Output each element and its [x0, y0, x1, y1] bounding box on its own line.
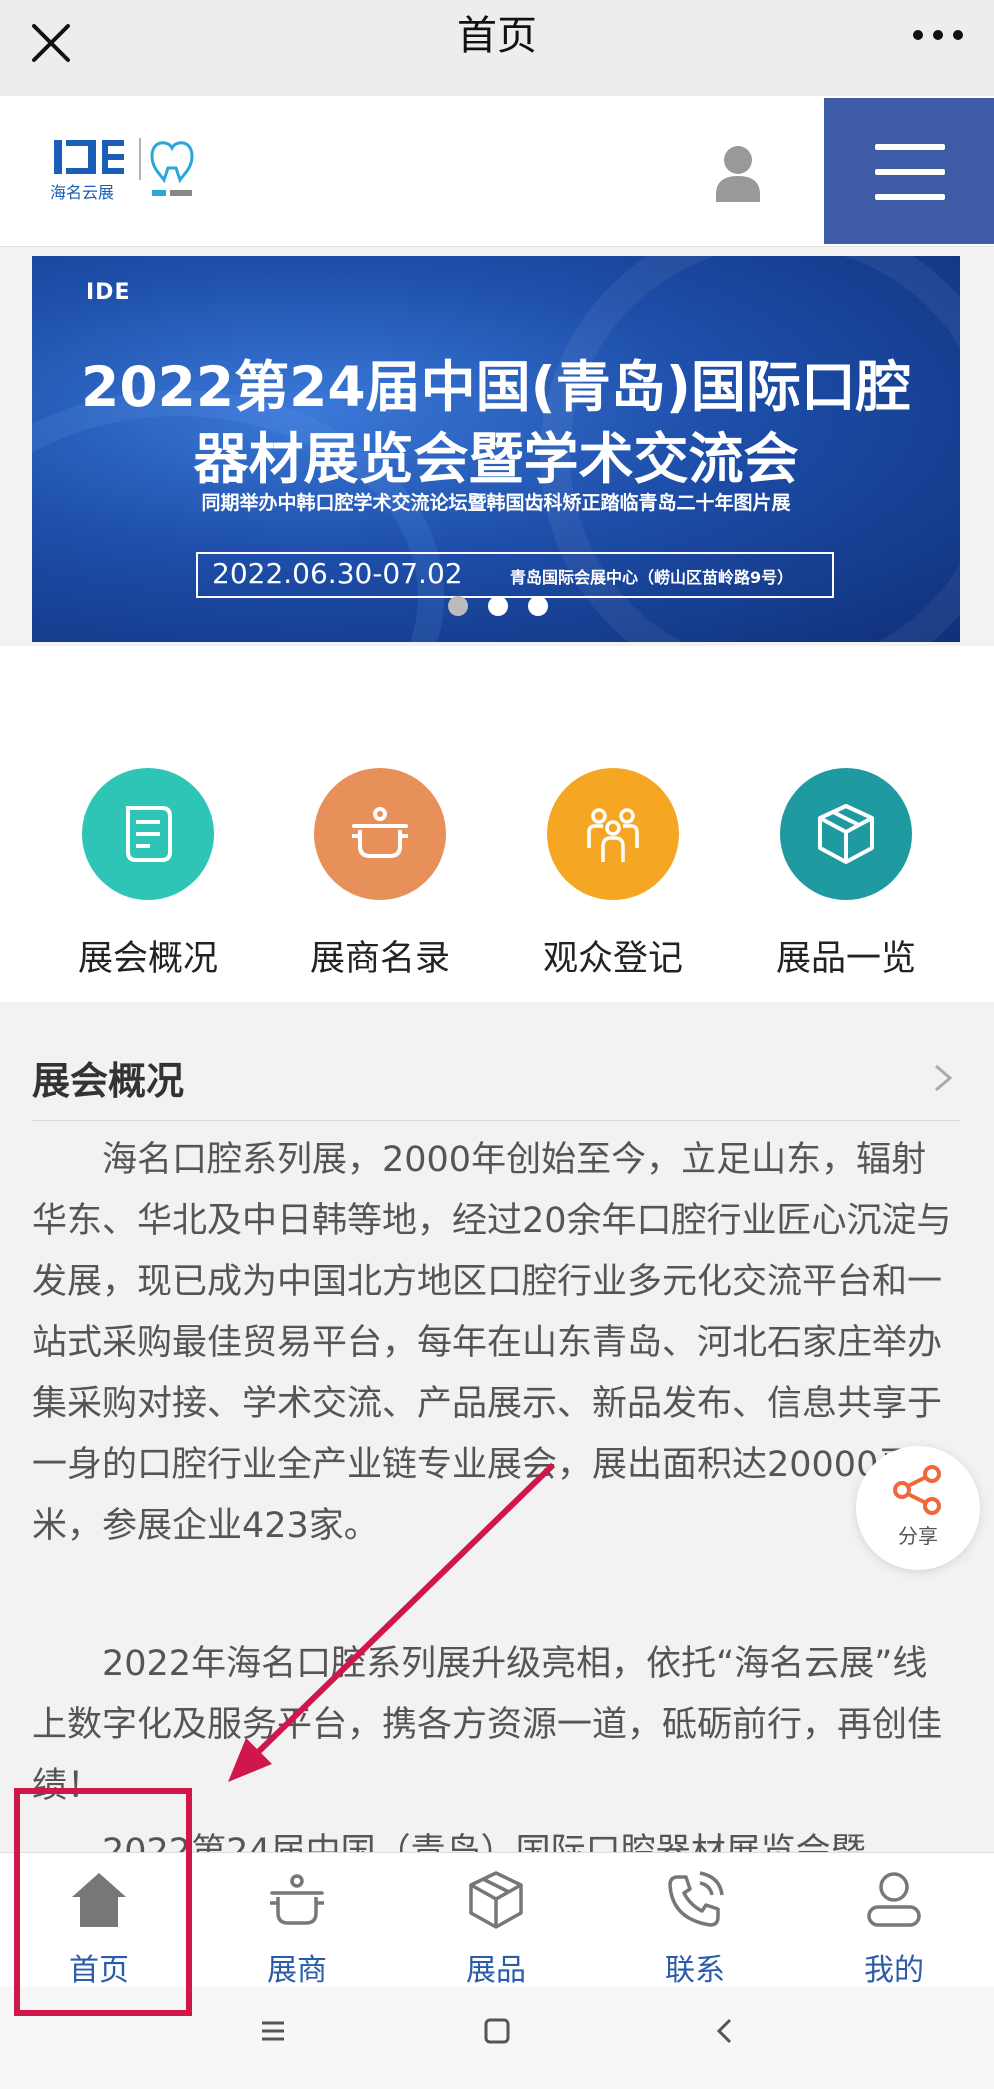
banner-subtitle: 同期举办中韩口腔学术交流论坛暨韩国齿科矫正踏临青岛二十年图片展 [201, 492, 791, 514]
share-button[interactable]: 分享 [856, 1446, 980, 1570]
back-icon[interactable] [710, 2016, 740, 2046]
quick-nav-label: 展商名录 [309, 939, 450, 979]
banner-carousel[interactable]: IDE 2022第24届中国(青岛)国际口腔 器材展览会暨学术交流会 同期举办中… [32, 256, 960, 642]
banner-info-box: 2022.06.30-07.02 青岛国际会展中心（崂山区苗岭路9号） [196, 552, 834, 598]
quick-nav-item-registration[interactable]: 观众登记 [497, 706, 729, 979]
quick-nav-label: 展会概况 [77, 939, 218, 979]
quick-nav-circle [780, 768, 912, 900]
tab-products[interactable]: 展品 [397, 1853, 595, 1988]
box-icon [818, 804, 874, 864]
banner-title-line1: 2022第24届中国(青岛)国际口腔 [81, 355, 911, 419]
banner-title-line2: 器材展览会暨学术交流会 [193, 427, 799, 491]
user-icon [867, 1872, 921, 1927]
quick-nav-item-products[interactable]: 展品一览 [730, 706, 962, 979]
tab-exhibitors[interactable]: 展商 [198, 1853, 396, 1988]
quick-nav-item-overview[interactable]: 展会概况 [32, 706, 264, 979]
quick-nav-label: 展品一览 [775, 939, 916, 979]
overview-section: 展会概况 海名口腔系列展，2000年创始至今，立足山东，辐射华东、华北及中日韩等… [0, 1002, 994, 1872]
quick-nav-circle [547, 768, 679, 900]
quick-nav-label: 观众登记 [542, 939, 683, 979]
chevron-right-icon[interactable] [928, 1058, 958, 1098]
section-title[interactable]: 展会概况 [32, 1050, 184, 1105]
tab-label: 展品 [466, 1953, 526, 1988]
quick-nav-circle [82, 768, 214, 900]
phone-icon [668, 1871, 724, 1927]
quick-nav-item-exhibitors[interactable]: 展商名录 [264, 706, 496, 979]
pot-icon [270, 1874, 324, 1925]
recent-apps-icon[interactable] [258, 2016, 288, 2046]
share-label: 分享 [898, 1524, 938, 1548]
tab-contact[interactable]: 联系 [596, 1853, 794, 1988]
document-icon [126, 806, 172, 862]
carousel-dot[interactable] [528, 596, 548, 616]
carousel-dot[interactable] [488, 596, 508, 616]
title-bar: 首页 [0, 0, 994, 96]
overview-paragraph: 海名口腔系列展，2000年创始至今，立足山东，辐射华东、华北及中日韩等地，经过2… [32, 1140, 952, 1546]
pot-icon [352, 807, 408, 858]
tab-label: 我的 [864, 1953, 924, 1988]
tab-label: 展商 [267, 1953, 327, 1988]
home-nav-icon[interactable] [482, 2016, 512, 2046]
quick-nav-circle [314, 768, 446, 900]
people-icon [587, 808, 639, 862]
site-header: 海名云展 [0, 96, 994, 247]
share-icon [893, 1465, 941, 1515]
window-title: 首页 [457, 13, 537, 59]
menu-button[interactable] [824, 98, 994, 244]
tab-me[interactable]: 我的 [795, 1853, 993, 1988]
more-icon[interactable] [912, 20, 964, 50]
divider [32, 1120, 960, 1121]
annotation-highlight-box [14, 1788, 192, 2016]
banner-logo: IDE [86, 280, 131, 305]
user-icon[interactable] [700, 136, 776, 212]
carousel-dots [448, 596, 588, 620]
tab-label: 联系 [665, 1953, 725, 1988]
logo[interactable]: 海名云展 [44, 134, 224, 214]
carousel-dot[interactable] [448, 596, 468, 616]
quick-nav: 展会概况 展商名录 观众登记 展品一览 [0, 646, 994, 1002]
logo-text: 海名云展 [50, 183, 114, 202]
box-icon [469, 1871, 523, 1929]
banner-venue: 青岛国际会展中心（崂山区苗岭路9号） [510, 568, 794, 587]
banner-date: 2022.06.30-07.02 [212, 557, 463, 590]
